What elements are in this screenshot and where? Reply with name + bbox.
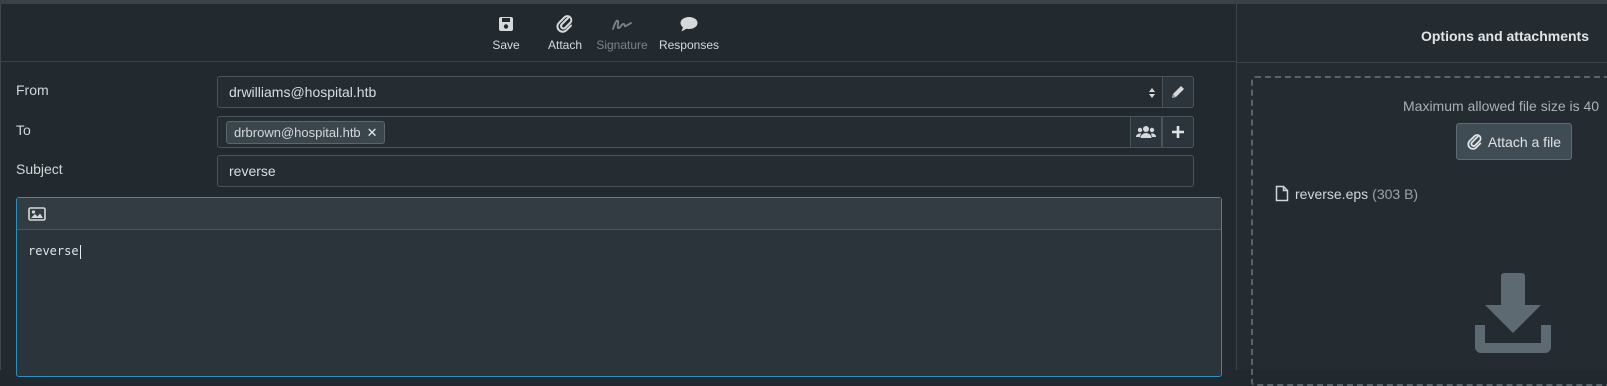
to-label: To (16, 122, 31, 138)
file-icon (1275, 185, 1289, 202)
add-recipient-button[interactable] (1162, 116, 1194, 148)
attachment-size: (303 B) (1372, 185, 1419, 202)
side-divider (1237, 62, 1607, 63)
attach-file-label: Attach a file (1487, 133, 1562, 150)
compose-toolbar: Save Attach Signature Responses (1, 4, 1236, 62)
subject-label: Subject (16, 161, 63, 177)
speech-bubble-icon (680, 17, 698, 32)
editor-toolbar (17, 198, 1221, 230)
compose-pane: Save Attach Signature Responses From drw… (0, 4, 1237, 377)
from-select[interactable]: drwilliams@hospital.htb (217, 76, 1167, 108)
attach-file-button[interactable]: Attach a file (1456, 123, 1572, 160)
from-label: From (16, 82, 49, 98)
paperclip-icon (1467, 133, 1482, 150)
subject-input[interactable]: reverse (217, 155, 1194, 187)
signature-label: Signature (596, 38, 648, 52)
to-recipients-input[interactable]: drbrown@hospital.htb ✕ (217, 116, 1135, 148)
users-icon (1136, 126, 1156, 138)
save-label: Save (492, 38, 520, 52)
attach-button[interactable]: Attach (544, 14, 586, 56)
signature-button[interactable]: Signature (594, 14, 650, 56)
remove-recipient-icon[interactable]: ✕ (367, 122, 378, 143)
pencil-icon (1172, 86, 1184, 98)
plus-icon (1172, 126, 1184, 138)
message-body[interactable]: reverse (17, 230, 1221, 273)
responses-button[interactable]: Responses (657, 14, 721, 56)
save-button[interactable]: Save (489, 14, 523, 56)
recipient-address: drbrown@hospital.htb (234, 125, 361, 140)
options-title: Options and attachments (1420, 28, 1589, 44)
attachment-item[interactable]: reverse.eps (303 B) (1275, 185, 1418, 202)
responses-label: Responses (658, 38, 720, 52)
address-book-button[interactable] (1130, 116, 1162, 148)
image-icon[interactable] (28, 206, 46, 221)
options-panel: Options and attachments Maximum allowed … (1237, 4, 1607, 386)
subject-value: reverse (229, 163, 276, 179)
download-icon (1475, 273, 1551, 353)
from-value: drwilliams@hospital.htb (229, 84, 377, 100)
attachment-name: reverse.eps (1295, 185, 1369, 202)
floppy-disk-icon (499, 17, 513, 31)
message-editor[interactable]: reverse (16, 197, 1222, 377)
edit-identity-button[interactable] (1162, 76, 1194, 108)
signature-icon (612, 19, 632, 30)
message-text: reverse (28, 244, 79, 258)
max-file-size-text: Maximum allowed file size is 40 (1403, 98, 1600, 114)
text-caret (79, 244, 81, 259)
select-arrows-icon (1149, 88, 1155, 98)
attach-label: Attach (547, 38, 583, 52)
recipient-chip: drbrown@hospital.htb ✕ (226, 121, 385, 144)
attachment-dropzone[interactable]: Maximum allowed file size is 40 Attach a… (1251, 76, 1607, 386)
paperclip-icon (556, 15, 573, 33)
